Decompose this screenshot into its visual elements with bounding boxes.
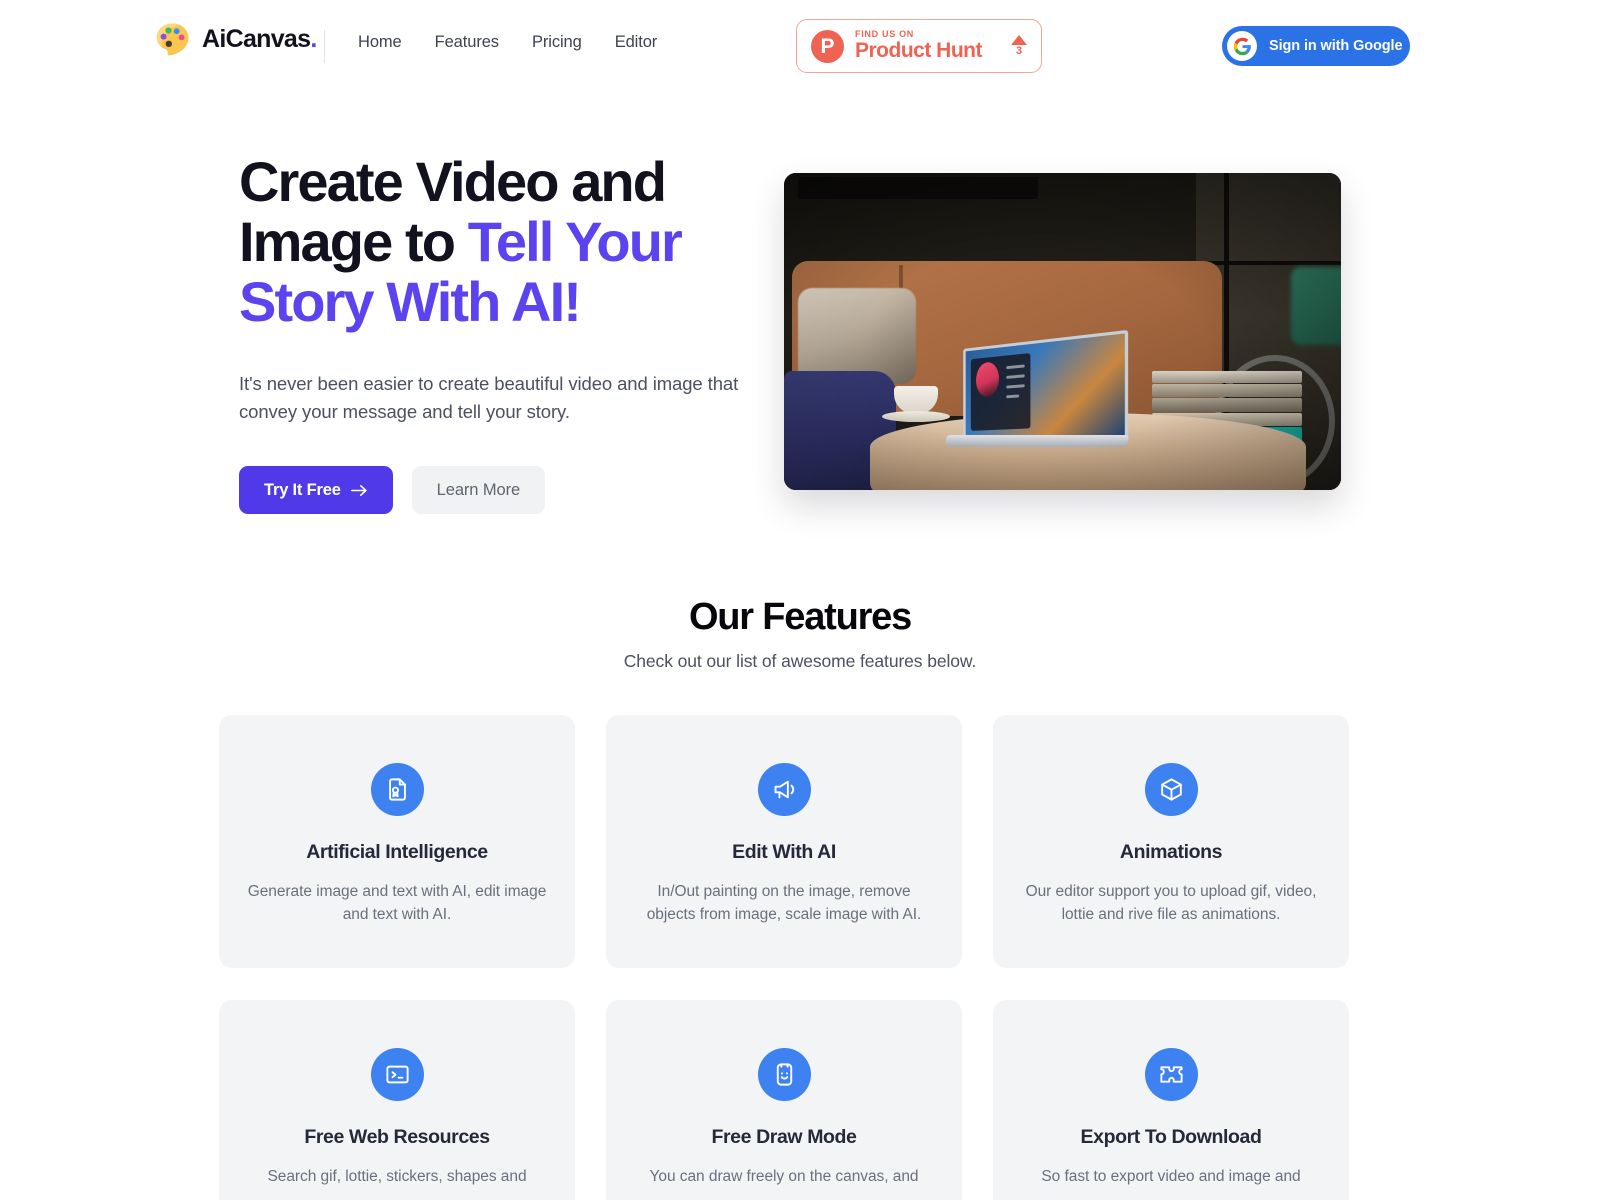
box-3d-icon (1144, 763, 1198, 816)
feature-card-title: Free Draw Mode (711, 1126, 857, 1148)
feature-card-free-web-resources[interactable]: Free Web Resources Search gif, lottie, s… (219, 1000, 575, 1200)
learn-more-button[interactable]: Learn More (411, 466, 546, 514)
site-header: AiCanvas. Home Features Pricing Editor P… (0, 0, 1600, 92)
brand-dot: . (310, 24, 317, 53)
nav-item-home[interactable]: Home (358, 33, 402, 52)
main-nav: Home Features Pricing Editor (358, 33, 657, 52)
product-hunt-title: Product Hunt (855, 39, 982, 63)
smiley-face-icon (757, 1048, 811, 1101)
ticket-icon (1144, 1048, 1198, 1101)
hero-image-vignette (784, 173, 1341, 490)
upvote-triangle-icon (1011, 35, 1027, 45)
palette-icon (156, 23, 189, 56)
nav-item-editor[interactable]: Editor (615, 33, 658, 52)
features-header: Our Features Check out our list of aweso… (0, 596, 1600, 672)
try-it-free-label: Try It Free (264, 480, 341, 499)
feature-card-title: Export To Download (1080, 1126, 1262, 1148)
header-divider (324, 30, 325, 63)
megaphone-icon (757, 763, 811, 816)
feature-card-animations[interactable]: Animations Our editor support you to upl… (993, 715, 1349, 968)
hero-subtitle: It's never been easier to create beautif… (239, 373, 739, 422)
feature-card-title: Free Web Resources (304, 1126, 490, 1148)
hero-title-line3-accent: Story With AI! (239, 270, 582, 333)
feature-card-edit-with-ai[interactable]: Edit With AI In/Out painting on the imag… (606, 715, 962, 968)
features-grid: Artificial Intelligence Generate image a… (219, 715, 1349, 1200)
feature-card-description: Our editor support you to upload gif, vi… (1025, 883, 1317, 923)
product-hunt-upvote[interactable]: 3 (1011, 35, 1027, 57)
feature-card-artificial-intelligence[interactable]: Artificial Intelligence Generate image a… (219, 715, 575, 968)
landing-page: AiCanvas. Home Features Pricing Editor P… (0, 0, 1600, 1200)
terminal-icon (370, 1048, 424, 1101)
sign-in-with-google-button[interactable]: Sign in with Google (1222, 26, 1410, 66)
certificate-document-icon (370, 763, 424, 816)
feature-card-description: Search gif, lottie, stickers, shapes and (267, 1168, 527, 1185)
hero-title: Create Video and Image to Tell Your Stor… (239, 152, 739, 332)
hero-actions: Try It Free Learn More (239, 466, 739, 514)
hero-image (784, 173, 1341, 490)
learn-more-label: Learn More (436, 480, 521, 499)
features-title: Our Features (688, 596, 912, 638)
feature-card-title: Animations (1119, 841, 1223, 863)
feature-card-description: Generate image and text with AI, edit im… (247, 883, 547, 923)
hero-title-line2-plain: Image to (239, 210, 468, 273)
nav-item-features[interactable]: Features (435, 33, 499, 52)
hero-title-line2-accent: Tell Your (467, 210, 683, 273)
product-hunt-badge[interactable]: P FIND US ON Product Hunt 3 (796, 19, 1042, 73)
google-signin-label: Sign in with Google (1269, 38, 1403, 54)
brand-name: AiCanvas. (202, 24, 317, 53)
try-it-free-button[interactable]: Try It Free (239, 466, 393, 514)
upvote-count: 3 (1015, 45, 1023, 57)
product-hunt-text: FIND US ON Product Hunt (855, 28, 982, 63)
feature-card-free-draw-mode[interactable]: Free Draw Mode You can draw freely on th… (606, 1000, 962, 1200)
feature-card-description: So fast to export video and image and (1041, 1168, 1301, 1185)
brand-logo[interactable]: AiCanvas. (155, 22, 317, 56)
feature-card-title: Edit With AI (732, 841, 836, 863)
product-hunt-kicker: FIND US ON (855, 28, 915, 39)
features-subtitle: Check out our list of awesome features b… (623, 651, 977, 671)
arrow-right-icon (350, 484, 367, 496)
product-hunt-logo-icon: P (811, 29, 844, 63)
feature-card-description: In/Out painting on the image, remove obj… (646, 883, 922, 923)
feature-card-title: Artificial Intelligence (306, 841, 488, 863)
hero-title-line1: Create Video and (239, 150, 667, 213)
google-g-icon (1227, 31, 1257, 61)
feature-card-description: You can draw freely on the canvas, and (649, 1168, 919, 1185)
feature-card-export-to-download[interactable]: Export To Download So fast to export vid… (993, 1000, 1349, 1200)
hero-section: Create Video and Image to Tell Your Stor… (239, 152, 739, 514)
nav-item-pricing[interactable]: Pricing (532, 33, 582, 52)
